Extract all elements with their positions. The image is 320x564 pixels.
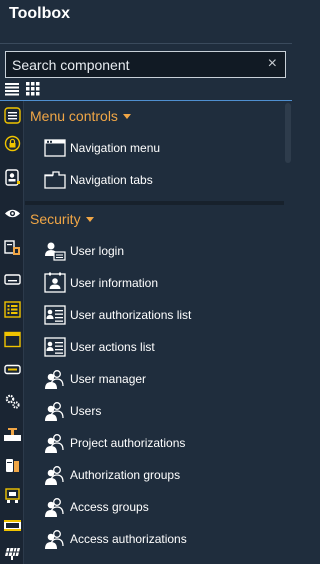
- users-icon: [45, 370, 64, 389]
- users-icon: [45, 498, 64, 517]
- header-divider: [0, 43, 292, 44]
- keyboard-icon[interactable]: [4, 271, 21, 288]
- valve-icon[interactable]: [4, 427, 21, 444]
- clear-search-icon[interactable]: ×: [268, 55, 277, 73]
- scroll-thumb[interactable]: [285, 103, 291, 163]
- component-item-users[interactable]: Users: [44, 398, 284, 426]
- category-icon-strip: [0, 101, 24, 564]
- cylinder-icon[interactable]: [4, 457, 21, 474]
- component-item-project-authorizations[interactable]: Project authorizations: [44, 430, 284, 458]
- item-label: Access groups: [70, 500, 149, 514]
- component-item-authorization-groups[interactable]: Authorization groups: [44, 462, 284, 490]
- item-label: Navigation tabs: [70, 173, 153, 187]
- caret-down-icon: [122, 113, 131, 119]
- component-item-navigation-menu[interactable]: Navigation menu: [44, 135, 284, 163]
- users-icon: [45, 466, 64, 485]
- item-label: User information: [70, 276, 159, 290]
- component-list: Menu controls Navigation menu Navigation…: [25, 101, 292, 564]
- menu-list-icon[interactable]: [4, 301, 21, 318]
- group-divider: [25, 201, 285, 205]
- user-card-icon: [44, 272, 66, 293]
- list-view-icon[interactable]: [5, 82, 19, 96]
- user-list-icon: [44, 305, 66, 325]
- film-icon[interactable]: [4, 517, 21, 534]
- panel-title: Toolbox: [9, 5, 71, 22]
- component-item-user-actions-list[interactable]: User actions list: [44, 334, 284, 362]
- gears-icon[interactable]: [4, 393, 21, 410]
- item-label: User manager: [70, 372, 147, 386]
- item-label: Access authorizations: [70, 532, 187, 546]
- group-label: Menu controls: [30, 108, 118, 124]
- item-label: User authorizations list: [70, 308, 192, 322]
- users-icon: [45, 434, 64, 453]
- toolbox-header: Toolbox: [0, 0, 292, 44]
- item-label: Authorization groups: [70, 468, 181, 482]
- item-label: Project authorizations: [70, 436, 186, 450]
- search-input[interactable]: [6, 52, 256, 77]
- window-icon[interactable]: [4, 331, 21, 348]
- book-icon[interactable]: [4, 239, 21, 256]
- tabs-icon: [44, 171, 66, 189]
- user-login-icon: [45, 242, 66, 261]
- lock-icon[interactable]: [4, 135, 21, 152]
- view-mode-bar: [0, 80, 292, 100]
- component-item-user-authorizations-list[interactable]: User authorizations list: [44, 302, 284, 330]
- component-item-access-authorizations[interactable]: Access authorizations: [44, 526, 284, 554]
- component-item-user-information[interactable]: User information: [44, 270, 284, 298]
- group-header-menu-controls[interactable]: Menu controls: [30, 108, 131, 124]
- eye-icon[interactable]: [4, 205, 21, 222]
- group-header-security[interactable]: Security: [30, 211, 94, 227]
- grid-view-icon[interactable]: [26, 82, 40, 96]
- caret-down-icon: [85, 216, 94, 222]
- list-scrollbar[interactable]: [284, 101, 292, 564]
- solar-panel-icon[interactable]: [4, 545, 21, 562]
- window-icon: [44, 139, 66, 157]
- machine-icon[interactable]: [4, 487, 21, 504]
- item-label: User actions list: [70, 340, 155, 354]
- id-card-icon[interactable]: [4, 169, 21, 186]
- component-item-access-groups[interactable]: Access groups: [44, 494, 284, 522]
- component-item-user-manager[interactable]: User manager: [44, 366, 284, 394]
- users-icon: [45, 530, 64, 549]
- component-item-navigation-tabs[interactable]: Navigation tabs: [44, 167, 284, 195]
- item-label: User login: [70, 244, 125, 258]
- group-label: Security: [30, 211, 81, 227]
- component-item-user-login[interactable]: User login: [44, 238, 284, 266]
- item-label: Users: [70, 404, 102, 418]
- search-box: ×: [5, 51, 286, 78]
- tag-icon[interactable]: [4, 361, 21, 378]
- list-icon[interactable]: [4, 107, 21, 124]
- user-list-icon: [44, 337, 66, 357]
- item-label: Navigation menu: [70, 141, 161, 155]
- users-icon: [45, 402, 64, 421]
